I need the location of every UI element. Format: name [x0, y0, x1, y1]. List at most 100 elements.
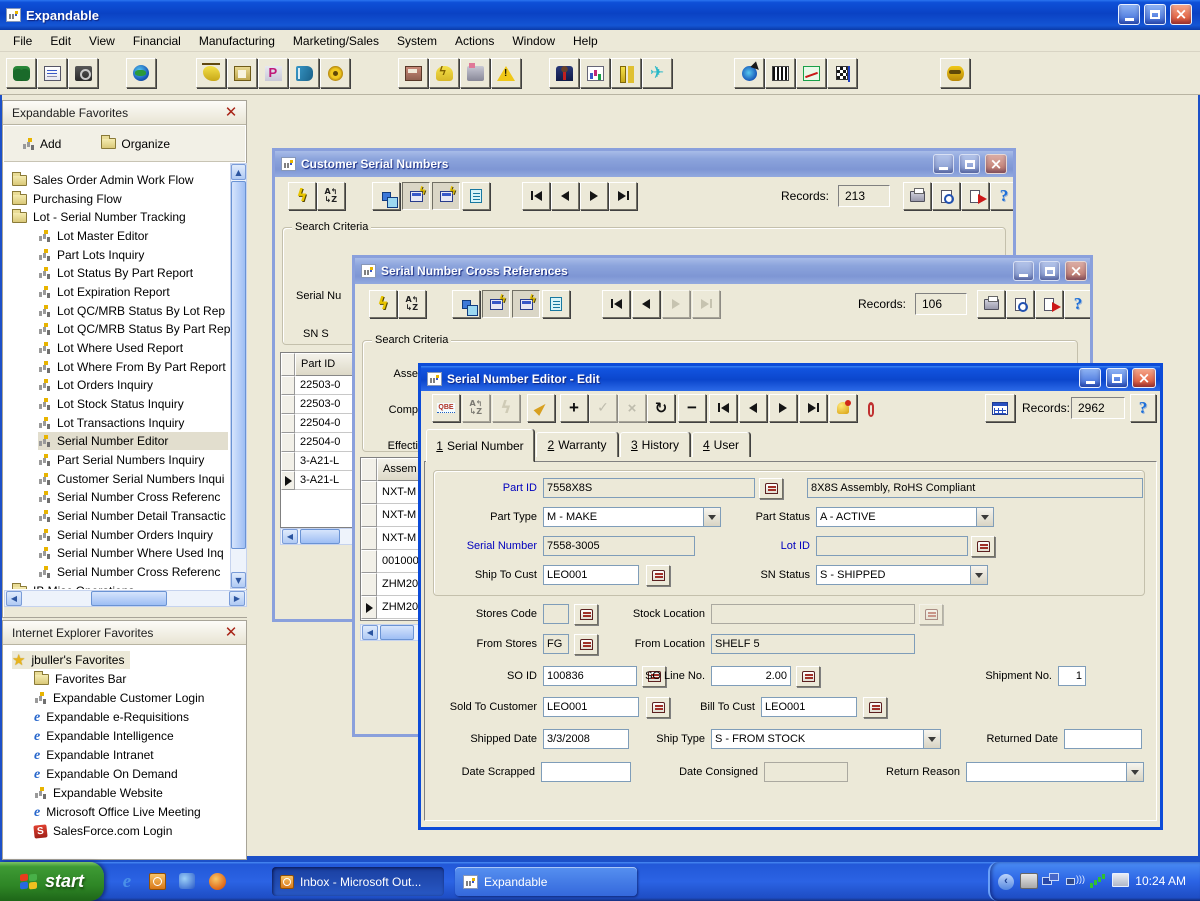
- close-panel-icon[interactable]: ✕: [222, 104, 240, 122]
- tab-history[interactable]: 3History: [620, 432, 690, 457]
- titlebar[interactable]: Serial Number Editor - Edit: [421, 366, 1160, 391]
- app-minimize-button[interactable]: [1118, 4, 1140, 25]
- delete-record-button[interactable]: −: [678, 394, 706, 422]
- menu-financial[interactable]: Financial: [124, 31, 190, 51]
- alerts-button[interactable]: [829, 394, 857, 422]
- shipping-button[interactable]: [460, 58, 490, 88]
- lot-id-lookup-button[interactable]: [971, 536, 995, 557]
- ie-item-favorites-bar[interactable]: Favorites Bar: [34, 670, 126, 688]
- accounts-button[interactable]: [227, 58, 257, 88]
- export-button[interactable]: [1035, 290, 1063, 318]
- start-button[interactable]: start: [0, 862, 104, 901]
- quicklaunch-ie-icon[interactable]: e: [116, 870, 138, 892]
- tree-item-lot-stock-status[interactable]: Lot Stock Status Inquiry: [38, 395, 184, 413]
- express-button[interactable]: [196, 58, 226, 88]
- task-expandable[interactable]: Expandable: [455, 867, 637, 896]
- ie-item-e-requisitions[interactable]: eExpandable e-Requisitions: [34, 708, 189, 726]
- print-preview-button[interactable]: [932, 182, 960, 210]
- shipment-no-field[interactable]: [1058, 666, 1086, 686]
- hscroll-thumb[interactable]: [91, 591, 167, 606]
- close-button[interactable]: ×: [1065, 261, 1087, 281]
- organize-favorites-button[interactable]: Organize: [95, 134, 176, 154]
- ie-item-intranet[interactable]: eExpandable Intranet: [34, 746, 154, 764]
- stores-code-lookup-button[interactable]: [574, 604, 598, 625]
- tree-item-sn-detail-transactions[interactable]: Serial Number Detail Transactic: [38, 507, 226, 525]
- row-selector[interactable]: [281, 452, 295, 471]
- app-close-button[interactable]: ×: [1170, 4, 1192, 25]
- prev-record-button[interactable]: [632, 290, 660, 318]
- first-record-button[interactable]: [602, 290, 630, 318]
- minimize-button[interactable]: [1013, 261, 1034, 281]
- find-button[interactable]: [6, 58, 36, 88]
- part-id-field[interactable]: [543, 478, 755, 498]
- return-reason-dropdown[interactable]: [966, 762, 1144, 782]
- menu-actions[interactable]: Actions: [446, 31, 503, 51]
- copy-to-button[interactable]: [372, 182, 400, 210]
- row-selector[interactable]: [361, 504, 377, 527]
- tray-wireless-icon[interactable]: ))): [1066, 873, 1084, 889]
- scroll-left-button[interactable]: ◀: [282, 529, 298, 544]
- auto-query-button[interactable]: [402, 182, 430, 210]
- tray-display-icon[interactable]: [1112, 873, 1129, 887]
- race-car-button[interactable]: [940, 58, 970, 88]
- next-record-button[interactable]: [580, 182, 608, 210]
- titlebar[interactable]: Customer Serial Numbers: [275, 151, 1013, 177]
- bill-to-cust-lookup-button[interactable]: [863, 697, 887, 718]
- report-button[interactable]: [37, 58, 67, 88]
- row-selector[interactable]: [281, 433, 295, 452]
- tree-item-lot-transactions[interactable]: Lot Transactions Inquiry: [38, 414, 184, 432]
- hide-icons-chevron[interactable]: ‹: [998, 874, 1014, 890]
- scroll-up-button[interactable]: ▲: [231, 164, 246, 180]
- last-record-button[interactable]: [799, 394, 827, 422]
- ie-item-salesforce-login[interactable]: SSalesForce.com Login: [34, 822, 172, 840]
- next-record-button[interactable]: [769, 394, 797, 422]
- world-export-button[interactable]: [734, 58, 764, 88]
- minimize-button[interactable]: [933, 154, 954, 174]
- lot-id-label[interactable]: Lot ID: [710, 540, 810, 554]
- minimize-button[interactable]: [1079, 368, 1101, 388]
- analytics-button[interactable]: [580, 58, 610, 88]
- row-selector[interactable]: [361, 481, 377, 504]
- close-panel-icon[interactable]: ✕: [222, 624, 240, 642]
- grid-view-button[interactable]: [512, 290, 540, 318]
- tree-folder-purchasing[interactable]: Purchasing Flow: [12, 190, 122, 208]
- tree-item-lot-where-used[interactable]: Lot Where Used Report: [38, 339, 183, 357]
- part-status-dropdown[interactable]: A - ACTIVE: [816, 507, 994, 527]
- menu-window[interactable]: Window: [503, 31, 564, 51]
- menu-edit[interactable]: Edit: [41, 31, 80, 51]
- menu-marketing-sales[interactable]: Marketing/Sales: [284, 31, 388, 51]
- so-line-no-lookup-button[interactable]: [796, 666, 820, 687]
- refresh-button[interactable]: ↻: [647, 394, 675, 422]
- tab-user[interactable]: 4User: [692, 432, 750, 457]
- tree-folder-lot-serial[interactable]: Lot - Serial Number Tracking: [12, 208, 186, 226]
- grid-view-button[interactable]: [432, 182, 460, 210]
- snapshot-button[interactable]: [68, 58, 98, 88]
- sort-button[interactable]: A↰↳Z: [317, 182, 345, 210]
- menu-file[interactable]: File: [4, 31, 41, 51]
- tab-serial-number[interactable]: 1Serial Number: [426, 429, 534, 462]
- from-location-field[interactable]: [711, 634, 915, 654]
- quicklaunch-outlook-icon[interactable]: [146, 870, 168, 892]
- tray-signal-icon[interactable]: [1090, 873, 1108, 889]
- ie-item-intelligence[interactable]: eExpandable Intelligence: [34, 727, 174, 745]
- lot-id-field[interactable]: [816, 536, 968, 556]
- returned-date-field[interactable]: [1064, 729, 1142, 749]
- inventory-cards-button[interactable]: [398, 58, 428, 88]
- tree-item-serial-number-editor[interactable]: Serial Number Editor: [38, 432, 228, 450]
- row-selector[interactable]: [281, 376, 295, 395]
- sort-button[interactable]: A↰↳Z: [398, 290, 426, 318]
- tab-warranty[interactable]: 2Warranty: [536, 432, 618, 457]
- current-row-selector[interactable]: [281, 471, 295, 490]
- tree-folder-sales-order[interactable]: Sales Order Admin Work Flow: [12, 171, 194, 189]
- menu-help[interactable]: Help: [564, 31, 607, 51]
- ie-item-jbuller-favorites[interactable]: ★jbuller's Favorites: [12, 651, 130, 669]
- stock-status-button[interactable]: [796, 58, 826, 88]
- row-selector[interactable]: [361, 527, 377, 550]
- web-button[interactable]: [126, 58, 156, 88]
- dropdown-button[interactable]: [923, 730, 940, 748]
- notepad-button[interactable]: [542, 290, 570, 318]
- hold-button[interactable]: [611, 58, 641, 88]
- app-maximize-button[interactable]: [1144, 4, 1166, 25]
- tree-item-lot-master-editor[interactable]: Lot Master Editor: [38, 227, 148, 245]
- personnel-button[interactable]: [549, 58, 579, 88]
